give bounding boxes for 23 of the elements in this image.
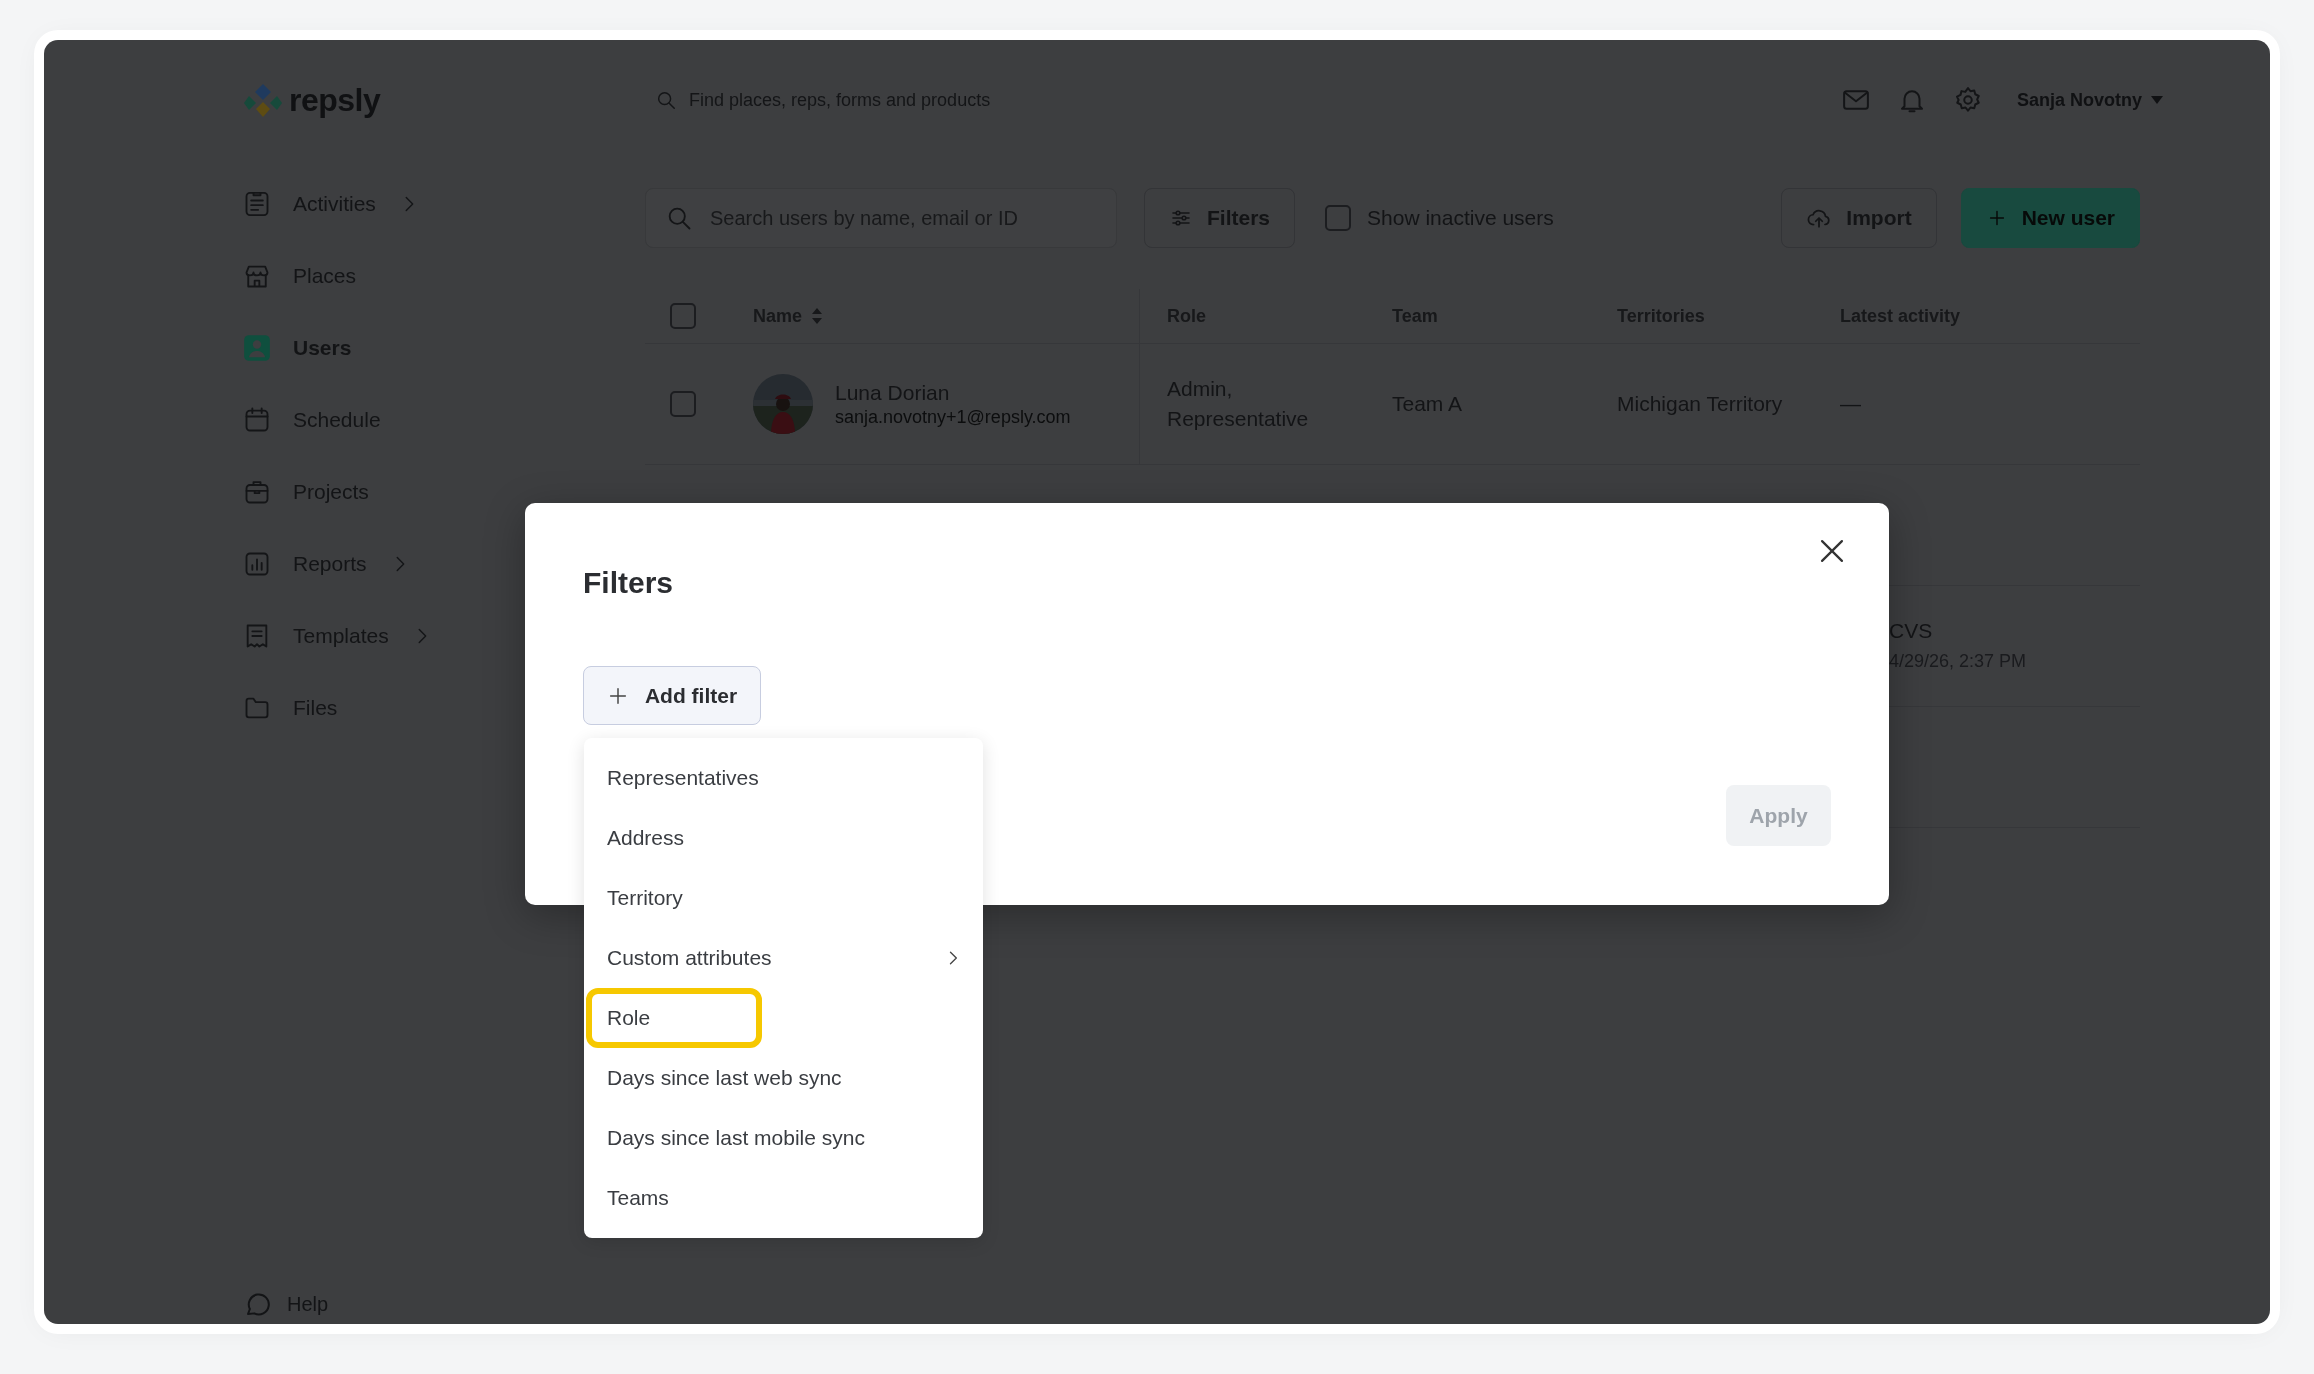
search-icon: [655, 89, 677, 111]
menu-item[interactable]: Custom attributes: [584, 928, 983, 988]
caret-icon: [2150, 95, 2164, 105]
checkbox[interactable]: [1325, 205, 1352, 231]
menu-item[interactable]: Address: [584, 808, 983, 868]
add-filter-button[interactable]: Add filter: [583, 666, 761, 725]
clipboard-icon: [243, 190, 271, 218]
chart-icon: [243, 550, 271, 578]
checkbox[interactable]: [669, 303, 696, 329]
user-icon: [243, 334, 271, 362]
dialog-title: Filters: [583, 566, 675, 600]
menu-item[interactable]: Days since last web sync: [584, 1048, 983, 1108]
briefcase-icon: [243, 478, 271, 506]
menu-item[interactable]: Role: [584, 988, 983, 1048]
sort-icon: [810, 306, 825, 326]
calendar-icon: [243, 406, 271, 434]
menu-item[interactable]: Teams: [584, 1168, 983, 1228]
menu-item[interactable]: Territory: [584, 868, 983, 928]
table-cell: —: [1840, 392, 1861, 415]
checkbox[interactable]: [669, 391, 696, 417]
menu-item[interactable]: Representatives: [584, 748, 983, 808]
menu-item[interactable]: Days since last mobile sync: [584, 1108, 983, 1168]
new-user-button[interactable]: New user: [1960, 188, 2140, 248]
